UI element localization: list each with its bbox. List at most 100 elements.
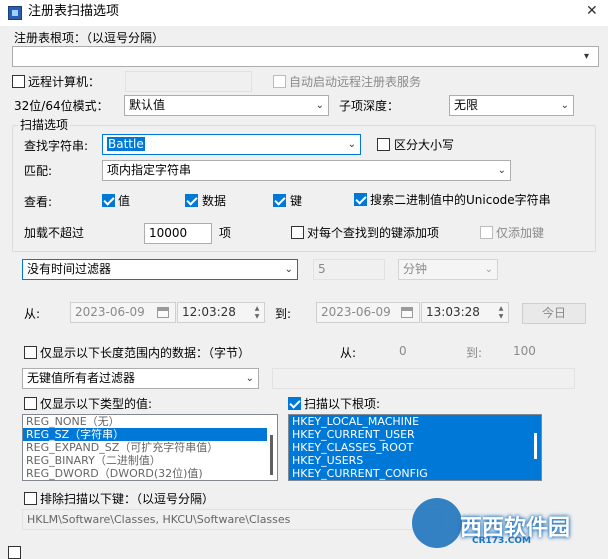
depth-label: 子项深度： xyxy=(339,99,400,113)
window-title: 注册表扫描选项 xyxy=(28,4,120,19)
scan-roots-scrollbar[interactable] xyxy=(531,415,541,480)
auto-start-label: 自动启动远程注册表服务 xyxy=(289,75,422,89)
look-value-label: 值 xyxy=(118,194,131,208)
today-button[interactable]: 今日 xyxy=(522,303,586,324)
chevron-down-icon: ⌄ xyxy=(347,139,356,150)
chevron-down-icon: ⌄ xyxy=(497,165,506,176)
match-value: 项内指定字符串 xyxy=(107,163,192,177)
look-key-label: 键 xyxy=(290,194,303,208)
list-item[interactable]: REG_BINARY（二进制值） xyxy=(23,454,277,467)
scan-options-title: 扫描选项 xyxy=(18,117,71,133)
binary-unicode-label: 搜索二进制值中的Unicode字符串 xyxy=(370,193,551,207)
types-filter-checkbox[interactable] xyxy=(24,397,37,410)
list-item[interactable]: REG_NONE（无） xyxy=(23,415,277,428)
list-item[interactable]: HKEY_CURRENT_USER xyxy=(289,428,541,441)
match-select[interactable]: 项内指定字符串 ⌄ xyxy=(102,160,511,181)
look-label: 查看: xyxy=(24,195,53,209)
look-data-label: 数据 xyxy=(202,194,227,208)
mode-value: 默认值 xyxy=(129,98,166,112)
time-unit-value: 分钟 xyxy=(403,262,428,276)
depth-select[interactable]: 无限 ⌄ xyxy=(449,95,574,116)
find-string-value: Battle xyxy=(107,137,145,151)
time-unit-select[interactable]: 分钟 ⌄ xyxy=(398,259,498,280)
length-to-label: 到: xyxy=(466,346,483,360)
find-string-combo[interactable]: Battle ⌄ xyxy=(102,134,361,155)
list-item[interactable]: HKEY_CLASSES_ROOT xyxy=(289,441,541,454)
scan-roots-listbox[interactable]: HKEY_LOCAL_MACHINE HKEY_CURRENT_USER HKE… xyxy=(288,414,542,481)
look-value-checkbox[interactable] xyxy=(102,194,115,207)
exclude-keys-input[interactable]: HKLM\Software\Classes, HKCU\Software\Cla… xyxy=(22,509,442,530)
root-keys-combo[interactable] xyxy=(12,46,599,67)
to-date-value: 2023-06-09 xyxy=(321,305,391,319)
watermark-circle xyxy=(412,498,462,548)
find-string-label: 查找字符串: xyxy=(24,139,89,153)
limit-unit-label: 项 xyxy=(219,226,232,240)
list-item[interactable]: HKEY_USERS xyxy=(289,454,541,467)
spin-down-icon[interactable]: ▼ xyxy=(496,313,506,320)
spin-up-icon[interactable]: ▲ xyxy=(252,305,262,312)
limit-input[interactable]: 10000 xyxy=(144,223,212,244)
list-item[interactable]: HKEY_LOCAL_MACHINE xyxy=(289,415,541,428)
look-data-checkbox[interactable] xyxy=(185,194,198,207)
add-key-label: 对每个查找到的键添加项 xyxy=(307,226,440,240)
to-time-value: 13:03:28 xyxy=(426,305,480,319)
time-filter-select[interactable]: 没有时间过滤器 ⌄ xyxy=(22,259,298,280)
close-icon[interactable]: ✕ xyxy=(586,3,598,19)
case-sensitive-label: 区分大小写 xyxy=(394,138,455,152)
list-item[interactable]: REG_DWORD（DWORD(32位)值) xyxy=(23,467,277,480)
spin-down-icon[interactable]: ▼ xyxy=(252,313,262,320)
chevron-down-icon: ⌄ xyxy=(560,100,569,111)
length-to-input[interactable]: 100 xyxy=(508,341,574,362)
from-label: 从: xyxy=(24,307,41,321)
list-item[interactable]: REG_SZ（字符串） xyxy=(23,428,277,441)
app-icon xyxy=(8,6,22,20)
chevron-down-icon: ⌄ xyxy=(484,264,493,275)
scan-roots-checkbox[interactable] xyxy=(288,397,301,410)
auto-start-checkbox[interactable] xyxy=(273,75,286,88)
list-item[interactable]: REG_EXPAND_SZ（可扩充字符串值） xyxy=(23,441,277,454)
from-date-value: 2023-06-09 xyxy=(75,305,145,319)
spin-up-icon[interactable]: ▲ xyxy=(496,305,506,312)
length-from-input[interactable]: 0 xyxy=(394,341,460,362)
types-scrollbar[interactable] xyxy=(267,415,277,480)
calendar-icon xyxy=(157,307,169,318)
add-key-checkbox[interactable] xyxy=(291,226,304,239)
root-keys-chevron-icon[interactable]: ▾ xyxy=(584,47,604,66)
remote-computer-checkbox[interactable] xyxy=(12,75,25,88)
binary-unicode-checkbox[interactable] xyxy=(354,193,367,206)
list-item[interactable]: HKEY_CURRENT_CONFIG xyxy=(289,467,541,480)
exclude-keys-label: 排除扫描以下键：（以逗号分隔） xyxy=(40,492,215,506)
time-filter-value: 没有时间过滤器 xyxy=(27,262,112,276)
case-sensitive-checkbox[interactable] xyxy=(377,138,390,151)
add-key-only-label: 仅添加键 xyxy=(496,226,545,240)
length-filter-label: 仅显示以下长度范围内的数据：（字节） xyxy=(40,346,251,360)
length-filter-checkbox[interactable] xyxy=(24,346,37,359)
from-time-value: 12:03:28 xyxy=(182,305,236,319)
to-label: 到: xyxy=(275,307,292,321)
watermark-logo: 西西软件园 CR173.COM xyxy=(412,494,608,552)
bottom-checkbox[interactable] xyxy=(8,546,21,559)
add-key-only-checkbox[interactable] xyxy=(480,226,493,239)
to-time-input[interactable]: 13:03:28 ▲ ▼ xyxy=(421,302,509,323)
look-key-checkbox[interactable] xyxy=(273,194,286,207)
watermark-url: CR173.COM xyxy=(472,536,531,546)
calendar-icon xyxy=(401,307,413,318)
chevron-down-icon: ⌄ xyxy=(315,100,324,111)
match-label: 匹配: xyxy=(24,164,53,178)
exclude-keys-checkbox[interactable] xyxy=(24,492,37,505)
depth-value: 无限 xyxy=(454,98,479,112)
to-date-input[interactable]: 2023-06-09 xyxy=(316,302,420,323)
root-keys-label: 注册表根项：（以逗号分隔） xyxy=(14,31,165,45)
from-date-input[interactable]: 2023-06-09 xyxy=(70,302,176,323)
from-time-input[interactable]: 12:03:28 ▲ ▼ xyxy=(177,302,265,323)
chevron-down-icon: ⌄ xyxy=(284,264,293,275)
time-amount-input[interactable]: 5 xyxy=(313,259,385,280)
types-filter-label: 仅显示以下类型的值: xyxy=(40,397,153,411)
types-listbox[interactable]: REG_NONE（无） REG_SZ（字符串） REG_EXPAND_SZ（可扩… xyxy=(22,414,278,481)
chevron-down-icon: ⌄ xyxy=(245,373,254,384)
mode-select[interactable]: 默认值 ⌄ xyxy=(124,95,329,116)
owner-filter-select[interactable]: 无键值所有者过滤器 ⌄ xyxy=(22,368,259,389)
owner-filter-value: 无键值所有者过滤器 xyxy=(27,371,136,385)
owner-filter-input[interactable] xyxy=(272,368,575,389)
remote-computer-input[interactable] xyxy=(125,71,252,92)
